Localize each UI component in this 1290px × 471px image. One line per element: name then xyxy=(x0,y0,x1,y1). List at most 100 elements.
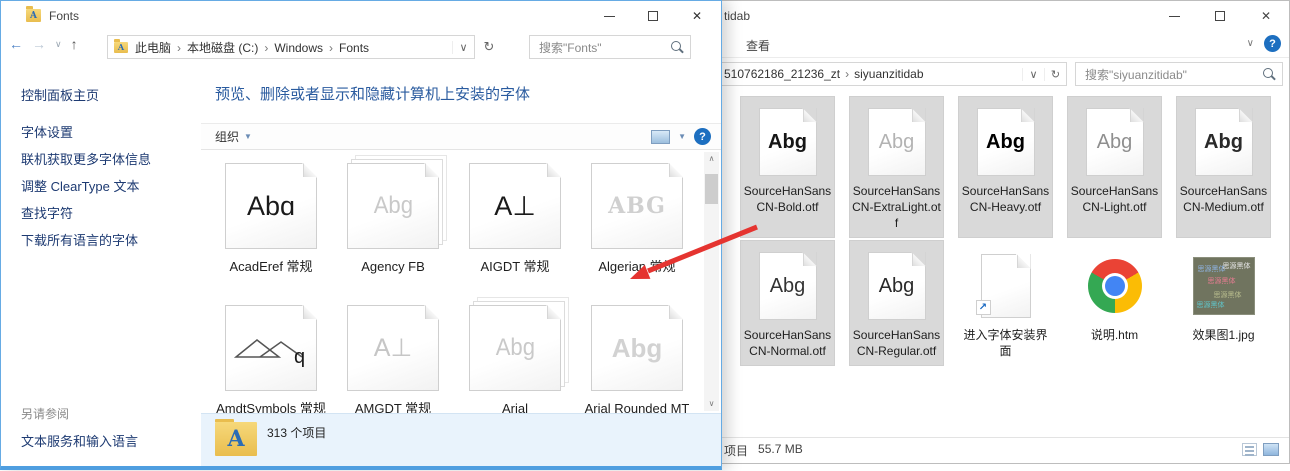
details-view-icon[interactable] xyxy=(1242,443,1257,456)
otf-file-icon: Abg xyxy=(759,252,817,320)
file-tile[interactable]: AbgSourceHanSansCN-Bold.otf xyxy=(741,97,834,237)
scrollbar-track[interactable] xyxy=(704,166,719,397)
breadcrumb-folder[interactable]: siyuanzitidab xyxy=(854,67,923,81)
thumbnail-text: 思源黑体 xyxy=(1197,300,1225,310)
font-preview-symbols: q xyxy=(232,327,310,369)
minimize-button[interactable] xyxy=(587,1,631,31)
left-toolbar: 组织▼ ▼ ? xyxy=(201,123,721,150)
fonts-folder-icon: A xyxy=(26,9,41,22)
font-preview-text: Abg xyxy=(495,334,534,362)
refresh-icon[interactable]: ↻ xyxy=(479,35,499,59)
left-search-input[interactable]: 搜索"Fonts" xyxy=(529,35,691,59)
font-preview-text: Abg xyxy=(612,333,663,364)
font-tile[interactable]: A⊥AIGDT 常规 xyxy=(457,158,573,300)
sidebar-item-control-panel-home[interactable]: 控制面板主页 xyxy=(21,85,99,104)
breadcrumb-item[interactable]: Fonts xyxy=(338,41,370,55)
otf-preview-text: Abg xyxy=(879,131,915,154)
search-icon[interactable] xyxy=(1262,67,1276,81)
otf-file-icon: Abg xyxy=(1086,108,1144,176)
details-pane: A 313 个项目 xyxy=(201,413,721,466)
font-tile-label: AmdtSymbols 常规 xyxy=(213,400,329,413)
file-icon: 思源黑体思源黑体思源黑体思源黑体思源黑体 xyxy=(1179,247,1268,325)
breadcrumb-item[interactable]: 本地磁盘 (C:) xyxy=(186,41,259,55)
file-tile-label: SourceHanSansCN-Medium.otf xyxy=(1179,183,1268,215)
breadcrumb-path[interactable]: 510762186_21236_zt xyxy=(724,67,840,81)
close-button[interactable]: ✕ xyxy=(675,1,719,31)
sidebar-task-link[interactable]: 字体设置 xyxy=(21,119,151,146)
tab-view[interactable]: 查看 xyxy=(746,37,770,54)
breadcrumb-item[interactable]: Windows xyxy=(273,41,324,55)
right-search-input[interactable]: 搜索"siyuanzitidab" xyxy=(1075,62,1283,86)
sidebar-task-link[interactable]: 联机获取更多字体信息 xyxy=(21,146,151,173)
sidebar-task-link[interactable]: 调整 ClearType 文本 xyxy=(21,173,151,200)
file-tile[interactable]: Abg SourceHanSansCN-Normal.otf xyxy=(741,241,834,365)
address-dropdown-icon[interactable]: ∨ xyxy=(452,41,474,54)
scroll-up-icon[interactable]: ∧ xyxy=(709,152,715,166)
search-icon[interactable] xyxy=(670,40,684,54)
scroll-down-icon[interactable]: ∨ xyxy=(709,397,715,411)
maximize-button[interactable] xyxy=(631,1,675,31)
thumbnail-text: 思源黑体 xyxy=(1198,264,1226,274)
file-tile[interactable]: AbgSourceHanSansCN-Regular.otf xyxy=(850,241,943,365)
file-tile[interactable]: AbgSourceHanSansCN-ExtraLight.otf xyxy=(850,97,943,237)
font-tile[interactable]: q AmdtSymbols 常规 xyxy=(213,300,329,413)
font-tile[interactable]: AbgAgency FB xyxy=(335,158,451,300)
right-address-bar[interactable]: 510762186_21236_zt›siyuanzitidab ∨ ↻ xyxy=(715,62,1067,86)
sidebar-item-text-services[interactable]: 文本服务和输入语言 xyxy=(21,431,138,450)
font-file-icon: A⊥ xyxy=(469,163,561,249)
maximize-button[interactable] xyxy=(1197,1,1243,31)
file-tile[interactable]: Abg SourceHanSansCN-Medium.otf xyxy=(1177,97,1270,237)
font-preview-text: A⊥ xyxy=(494,191,536,222)
organize-button[interactable]: 组织▼ xyxy=(215,128,252,145)
refresh-icon[interactable]: ↻ xyxy=(1044,68,1066,81)
right-title-bar[interactable]: tidab ✕ xyxy=(701,1,1289,31)
file-tile[interactable]: ↗进入字体安装界面 xyxy=(959,241,1052,365)
up-icon[interactable]: ↑ xyxy=(71,36,78,52)
right-breadcrumb: 510762186_21236_zt›siyuanzitidab xyxy=(716,67,1022,81)
forward-icon[interactable]: → xyxy=(32,36,46,52)
address-dropdown-icon[interactable]: ∨ xyxy=(1022,68,1044,81)
sidebar-task-link[interactable]: 下载所有语言的字体 xyxy=(21,227,151,254)
see-also-heading: 另请参阅 xyxy=(21,405,69,422)
font-tile[interactable]: AbgArial Rounded MT 粗体 xyxy=(579,300,695,413)
font-tile[interactable]: AbgArial xyxy=(457,300,573,413)
font-tile[interactable]: A⊥AMGDT 常规 xyxy=(335,300,451,413)
otf-preview-text: Abg xyxy=(770,275,806,298)
breadcrumb-item[interactable]: 此电脑 xyxy=(134,41,172,55)
file-tile[interactable]: 思源黑体思源黑体思源黑体思源黑体思源黑体效果图1.jpg xyxy=(1177,241,1270,365)
help-icon[interactable]: ? xyxy=(694,128,711,145)
chrome-icon xyxy=(1088,259,1142,313)
sidebar-task-link[interactable]: 查找字符 xyxy=(21,200,151,227)
font-tile[interactable]: ABGAlgerian 常规 xyxy=(579,158,695,300)
file-tile-label: 效果图1.jpg xyxy=(1179,327,1268,343)
left-title-bar[interactable]: A Fonts ✕ xyxy=(1,1,721,31)
file-icon: Abg xyxy=(852,247,941,325)
scrollbar[interactable]: ∧ ∨ xyxy=(704,152,719,411)
right-explorer-window: tidab ✕ 查看 ∨ ? 510762186_21236_zt›siyuan… xyxy=(700,0,1290,464)
scrollbar-thumb[interactable] xyxy=(705,174,718,204)
file-tile[interactable]: AbgSourceHanSansCN-Heavy.otf xyxy=(959,97,1052,237)
close-button[interactable]: ✕ xyxy=(1243,1,1289,31)
file-tile[interactable]: AbgSourceHanSansCN-Light.otf xyxy=(1068,97,1161,237)
file-icon: Abg xyxy=(743,247,832,325)
otf-preview-text: Abg xyxy=(879,275,915,298)
left-address-bar[interactable]: A 此电脑›本地磁盘 (C:)›Windows›Fonts ∨ xyxy=(107,35,475,59)
page-title: 预览、删除或者显示和隐藏计算机上安装的字体 xyxy=(215,83,530,104)
file-tile[interactable]: 说明.htm xyxy=(1068,241,1161,365)
shortcut-arrow-icon: ↗ xyxy=(976,300,991,315)
file-icon: Abg xyxy=(961,103,1050,181)
file-tile-label: SourceHanSansCN-Normal.otf xyxy=(743,327,832,359)
help-icon[interactable]: ? xyxy=(1264,35,1281,52)
minimize-button[interactable] xyxy=(1151,1,1197,31)
change-view-icon[interactable] xyxy=(651,130,670,144)
history-chevron-icon[interactable]: ∨ xyxy=(55,39,62,50)
view-dropdown-icon[interactable]: ▼ xyxy=(678,132,686,141)
back-icon[interactable]: ← xyxy=(9,36,23,52)
left-search-placeholder: 搜索"Fonts" xyxy=(539,39,670,56)
otf-file-icon: Abg xyxy=(1195,108,1253,176)
ribbon-expand-icon[interactable]: ∨ xyxy=(1247,38,1254,49)
thumbnail-view-icon[interactable] xyxy=(1263,443,1279,456)
font-file-icon: ABG xyxy=(591,163,683,249)
thumbnail-text: 思源黑体 xyxy=(1208,276,1236,286)
font-tile[interactable]: AbɑAcadEref 常规 xyxy=(213,158,329,300)
